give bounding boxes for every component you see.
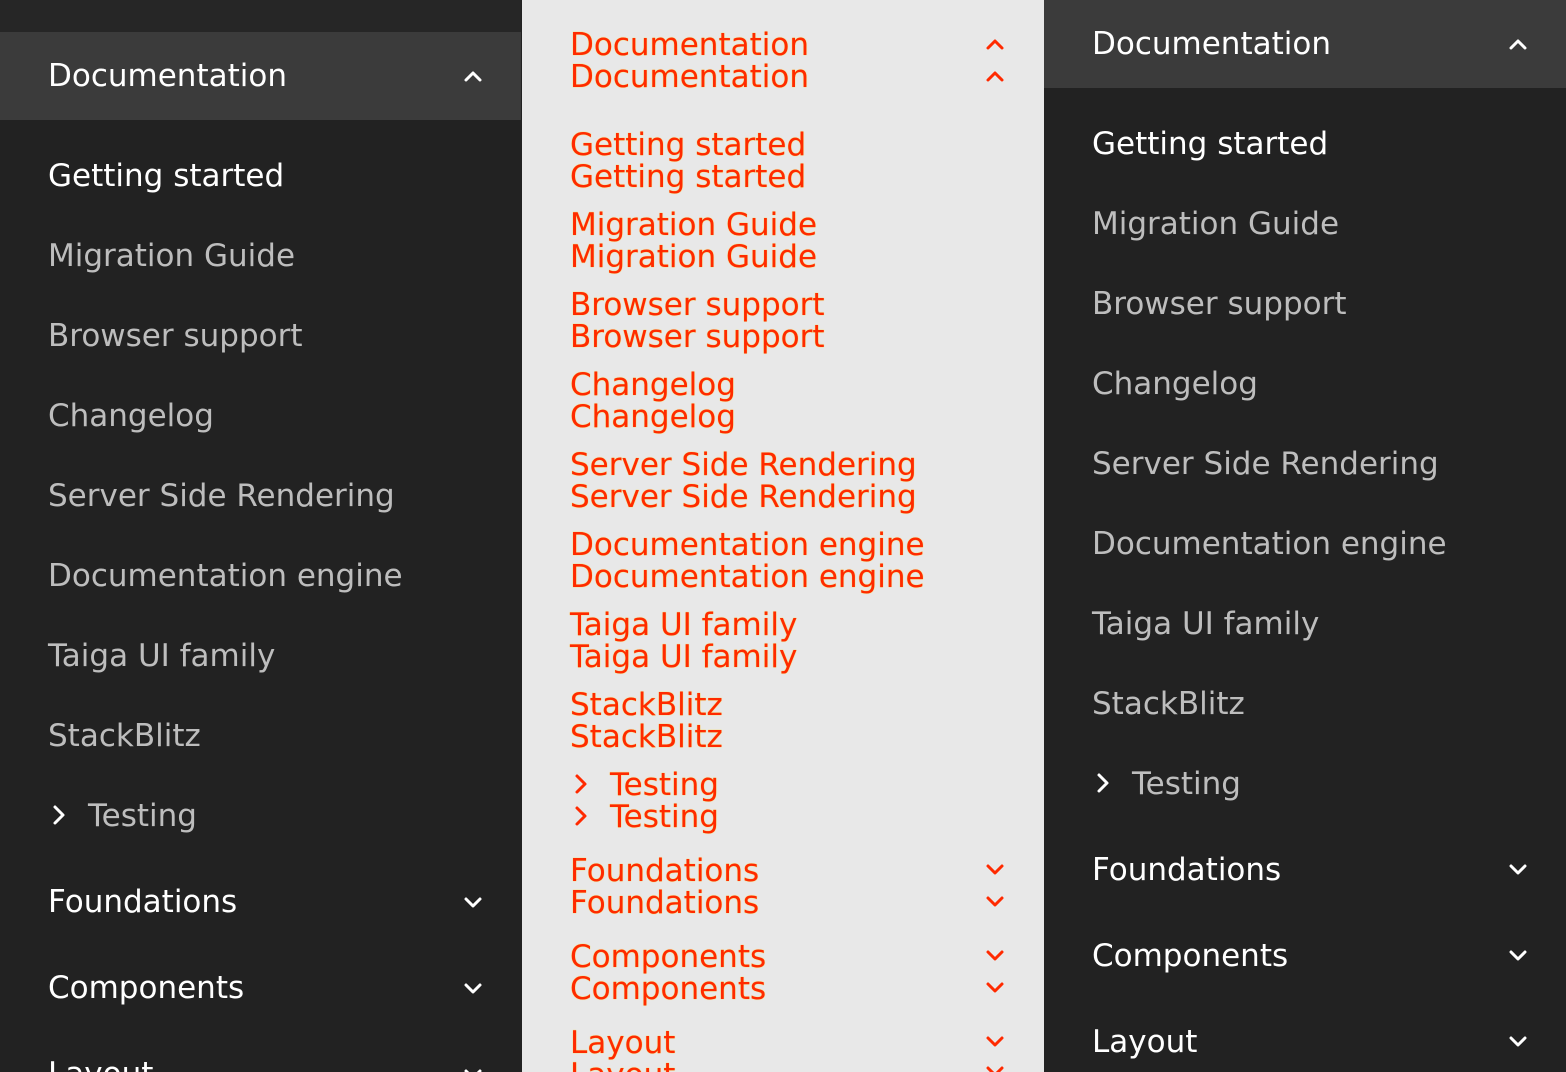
overlay-documentation-b: Documentation [570,59,809,95]
overlay-taiga-ui-family-b: Taiga UI family [570,639,798,675]
overlay-browser-support-b: Browser support [570,319,825,355]
overlay-foundations-b: Foundations [570,885,760,921]
chevron-right-icon [53,805,65,824]
overlay-ssr-b: Server Side Rendering [570,479,917,515]
nav-item-browser-support[interactable]: Browser support [1092,289,1347,320]
overlay-getting-started-a: Getting started [570,127,807,163]
chevron-down-icon [464,1069,482,1072]
section-foundations[interactable]: Foundations [0,859,521,947]
overlay-foundations-a: Foundations [570,853,760,889]
section-components-label: Components [48,970,245,1006]
section-layout[interactable]: Layout [1044,999,1566,1072]
overlay-changelog-a: Changelog [570,367,736,403]
section-layout-label: Layout [48,1059,153,1072]
chevron-down-icon [986,1036,1004,1047]
overlay-components-a: Components [570,939,767,975]
chevron-up-icon [1509,39,1527,50]
overlay-documentation-engine-a: Documentation engine [570,527,925,563]
overlay-layout-b: Layout [570,1059,675,1072]
nav-item-testing[interactable]: Testing [1092,769,1241,800]
overlay-components-b: Components [570,971,767,1007]
nav-item-browser-support[interactable]: Browser support [48,321,303,352]
chevron-up-icon [464,71,482,82]
overlay-testing-a: Testing [570,769,719,801]
overlay-stackblitz-a: StackBlitz [570,687,723,723]
chevron-down-icon [986,982,1004,993]
nav-item-migration-guide[interactable]: Migration Guide [48,241,295,272]
text-overlay-panel: Documentation Documentation Getting star… [522,0,1044,1072]
nav-item-testing-label: Testing [1132,766,1241,802]
nav-item-testing-label: Testing [88,798,197,834]
overlay-documentation-engine-b: Documentation engine [570,559,925,595]
overlay-getting-started-b: Getting started [570,159,807,195]
section-documentation-label: Documentation [1092,26,1331,62]
nav-item-changelog[interactable]: Changelog [48,401,214,432]
chevron-down-icon [986,950,1004,961]
overlay-testing-b: Testing [570,801,719,833]
overlay-changelog-b: Changelog [570,399,736,435]
nav-item-documentation-engine[interactable]: Documentation engine [1092,529,1447,560]
sidebar-top-bar [0,0,521,32]
overlay-migration-guide-b: Migration Guide [570,239,818,275]
chevron-down-icon [986,896,1004,907]
overlay-stackblitz-b: StackBlitz [570,719,723,755]
chevron-down-icon [1509,864,1527,875]
chevron-right-icon [575,806,587,825]
chevron-down-icon [1509,1036,1527,1047]
nav-item-getting-started[interactable]: Getting started [48,161,284,192]
chevron-right-icon [1097,773,1109,792]
overlay-browser-support-a: Browser support [570,287,825,323]
overlay-documentation-a: Documentation [570,27,809,63]
nav-item-taiga-ui-family[interactable]: Taiga UI family [1092,609,1319,640]
chevron-down-icon [464,897,482,908]
section-components[interactable]: Components [0,945,521,1033]
nav-item-migration-guide[interactable]: Migration Guide [1092,209,1339,240]
overlay-migration-guide-a: Migration Guide [570,207,818,243]
section-components-label: Components [1092,938,1289,974]
nav-item-taiga-ui-family[interactable]: Taiga UI family [48,641,275,672]
chevron-down-icon [986,864,1004,875]
chevron-down-icon [464,983,482,994]
section-components[interactable]: Components [1044,913,1566,1001]
nav-item-ssr[interactable]: Server Side Rendering [1092,449,1439,480]
section-foundations-label: Foundations [48,884,238,920]
section-documentation[interactable]: Documentation [1044,0,1566,88]
overlay-testing-b-label: Testing [610,799,719,835]
nav-item-changelog[interactable]: Changelog [1092,369,1258,400]
section-documentation-label: Documentation [48,58,287,94]
overlay-layout-a: Layout [570,1025,676,1061]
sidebar-right: Documentation Getting started Migration … [1044,0,1566,1072]
nav-item-testing[interactable]: Testing [48,801,197,832]
chevron-right-icon [575,774,587,793]
nav-item-ssr[interactable]: Server Side Rendering [48,481,395,512]
sidebar-left: Documentation Getting started Migration … [0,0,521,1072]
section-documentation[interactable]: Documentation [0,32,521,120]
nav-item-getting-started[interactable]: Getting started [1092,129,1328,160]
overlay-ssr-a: Server Side Rendering [570,447,917,483]
chevron-down-icon [1509,950,1527,961]
chevron-up-icon [986,71,1004,82]
section-layout[interactable]: Layout [0,1031,521,1072]
section-layout-label: Layout [1092,1024,1198,1060]
nav-item-stackblitz[interactable]: StackBlitz [48,721,201,752]
chevron-down-icon [986,1066,1004,1072]
nav-item-stackblitz[interactable]: StackBlitz [1092,689,1245,720]
section-foundations-label: Foundations [1092,852,1282,888]
overlay-testing-a-label: Testing [610,767,719,803]
nav-item-documentation-engine[interactable]: Documentation engine [48,561,403,592]
chevron-up-icon [986,39,1004,50]
overlay-taiga-ui-family-a: Taiga UI family [570,607,798,643]
section-foundations[interactable]: Foundations [1044,827,1566,915]
